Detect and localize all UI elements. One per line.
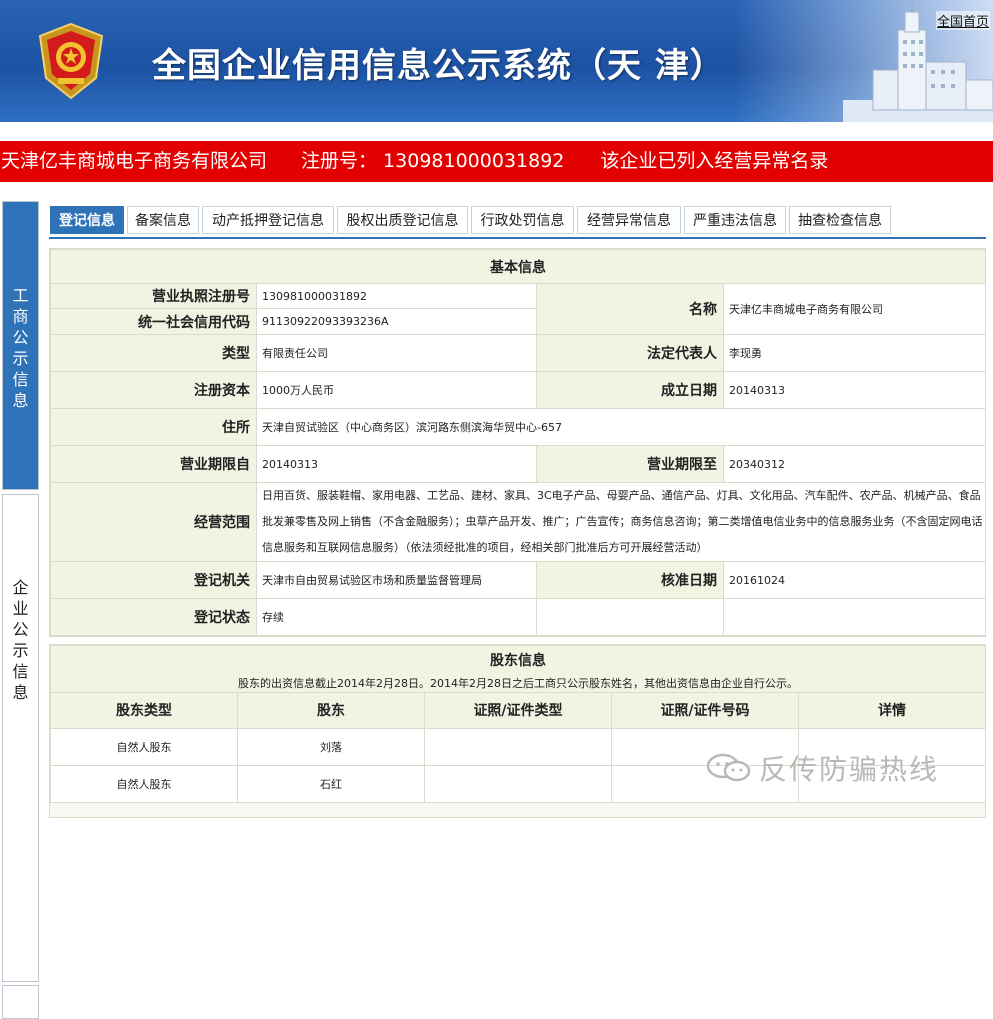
type-label: 类型: [50, 334, 257, 372]
header-banner: 全国企业信用信息公示系统（天 津） 全国首页: [0, 0, 993, 122]
term-from-value: 20140313: [256, 445, 537, 483]
tab-registration[interactable]: 登记信息: [50, 206, 124, 234]
legal-rep-label: 法定代表人: [536, 334, 724, 372]
tab-abnormal-operation[interactable]: 经营异常信息: [577, 206, 681, 234]
basic-info-caption: 基本信息: [50, 249, 986, 284]
side-nav-label: 企业公示信息: [12, 578, 29, 702]
abnormal-alert-bar: 天津亿丰商城电子商务有限公司 注册号： 130981000031892 该企业已列入…: [0, 141, 993, 182]
term-to-label: 营业期限至: [536, 445, 724, 483]
address-label: 住所: [50, 408, 257, 446]
shareholders-caption: 股东信息: [50, 645, 985, 674]
tab-equity-pledge[interactable]: 股权出质登记信息: [337, 206, 468, 234]
established-label: 成立日期: [536, 371, 724, 409]
type-value: 有限责任公司: [256, 334, 537, 372]
side-nav-item-qiye[interactable]: 企业公示信息: [2, 494, 39, 982]
watermark-text: 反传防骗热线: [759, 753, 940, 786]
term-to-value: 20340312: [723, 445, 986, 483]
watermark: 反传防骗热线: [705, 748, 939, 788]
shareholders-panel: 股东信息 股东的出资信息截止2014年2月28日。2014年2月28日之后工商只…: [49, 644, 986, 818]
tab-chattel-mortgage[interactable]: 动产抵押登记信息: [202, 206, 334, 234]
side-nav-item-gongshang[interactable]: 工商公示信息: [2, 201, 39, 490]
scope-value: 日用百货、服装鞋帽、家用电器、工艺品、建材、家具、3C电子产品、母婴产品、通信产…: [256, 482, 986, 562]
reg-no-label: 营业执照注册号: [50, 283, 257, 309]
side-nav-label: 工商公示信息: [12, 286, 29, 410]
home-link[interactable]: 全国首页: [935, 11, 990, 30]
authority-label: 登记机关: [50, 561, 257, 599]
empty-cell: [536, 598, 724, 636]
wechat-icon: [706, 753, 751, 782]
id-type-cell: [424, 764, 612, 803]
holder-name-cell: 刘落: [237, 727, 425, 766]
column-header-details: 详情: [797, 691, 985, 729]
empty-cell: [723, 598, 986, 636]
alert-reg-no: 注册号： 130981000031892: [301, 150, 565, 172]
tab-serious-violation[interactable]: 严重违法信息: [684, 206, 786, 234]
system-title: 全国企业信用信息公示系统（天 津）: [152, 46, 725, 86]
approved-value: 20161024: [723, 561, 986, 599]
tab-bar: 登记信息 备案信息 动产抵押登记信息 股权出质登记信息 行政处罚信息 经营异常信…: [49, 206, 986, 239]
capital-label: 注册资本: [50, 371, 257, 409]
side-nav-item-more[interactable]: [2, 985, 39, 1019]
address-value: 天津自贸试验区（中心商务区）滨河路东侧滨海华贸中心-657: [256, 408, 986, 446]
national-emblem-icon: [38, 22, 104, 100]
reg-no-value: 130981000031892: [256, 283, 537, 309]
legal-rep-value: 李现勇: [723, 334, 986, 372]
approved-label: 核准日期: [536, 561, 724, 599]
authority-value: 天津市自由贸易试验区市场和质量监督管理局: [256, 561, 537, 599]
column-header-holder-type: 股东类型: [50, 691, 238, 729]
credit-code-value: 91130922093393236A: [256, 308, 537, 335]
alert-abnormal-notice: 该企业已列入经营异常名录: [600, 150, 829, 172]
name-label: 名称: [536, 283, 724, 335]
name-value: 天津亿丰商城电子商务有限公司: [723, 283, 986, 335]
holder-name-cell: 石红: [237, 764, 425, 803]
status-label: 登记状态: [50, 598, 257, 636]
tab-admin-penalty[interactable]: 行政处罚信息: [471, 206, 574, 234]
basic-info-panel: 基本信息 营业执照注册号 130981000031892 名称 天津亿丰商城电子…: [49, 248, 986, 637]
tab-spot-check[interactable]: 抽查检查信息: [789, 206, 891, 234]
column-header-id-number: 证照/证件号码: [611, 691, 799, 729]
shareholders-note: 股东的出资信息截止2014年2月28日。2014年2月28日之后工商只公示股东姓…: [50, 673, 985, 693]
tab-filing[interactable]: 备案信息: [127, 206, 199, 234]
holder-type-cell: 自然人股东: [50, 727, 238, 766]
column-header-holder: 股东: [237, 691, 425, 729]
column-header-id-type: 证照/证件类型: [424, 691, 612, 729]
status-value: 存续: [256, 598, 537, 636]
credit-code-label: 统一社会信用代码: [50, 308, 257, 335]
basic-info-table: 基本信息 营业执照注册号 130981000031892 名称 天津亿丰商城电子…: [50, 249, 986, 636]
holder-type-cell: 自然人股东: [50, 764, 238, 803]
term-from-label: 营业期限自: [50, 445, 257, 483]
capital-value: 1000万人民币: [256, 371, 537, 409]
id-type-cell: [424, 727, 612, 766]
established-value: 20140313: [723, 371, 986, 409]
scope-label: 经营范围: [50, 482, 257, 562]
alert-company-name: 天津亿丰商城电子商务有限公司: [1, 150, 268, 172]
